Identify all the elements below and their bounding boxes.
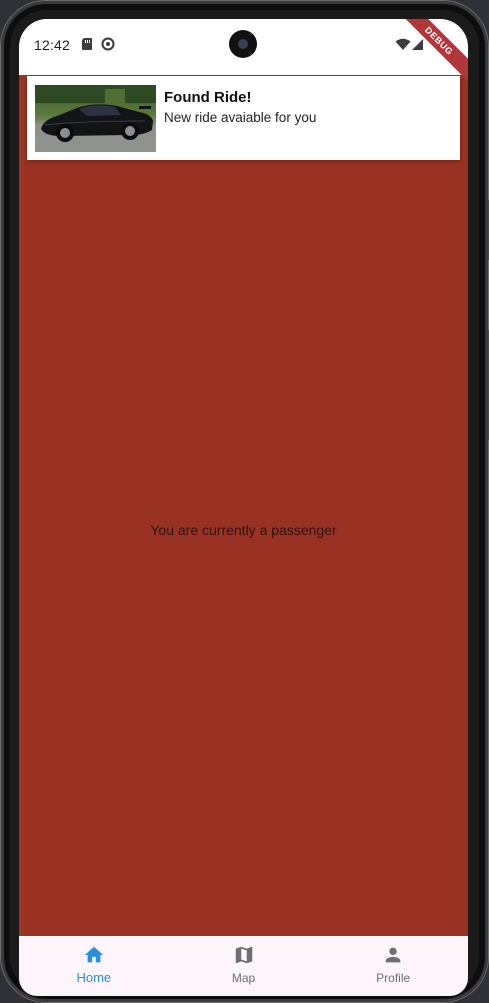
wifi-icon [395,38,411,52]
sync-icon [101,37,115,51]
nav-item-profile[interactable]: Profile [318,936,468,996]
status-time: 12:42 [34,37,71,53]
sd-card-icon [81,37,95,51]
car-thumbnail [35,85,156,152]
status-bar: 12:42 DEBUG [19,19,468,86]
ride-notification-card[interactable]: Found Ride! New ride avaiable for you [27,76,460,160]
notification-title: Found Ride! [164,89,252,106]
app-screen: 12:42 DEBUG Found Ride! New ride avaiabl… [19,19,468,996]
nav-item-map[interactable]: Map [169,936,319,996]
bottom-navigation-bar: Home Map Profile [19,936,468,996]
notification-body: New ride avaiable for you [164,110,317,125]
nav-label-map: Map [231,971,256,985]
front-camera [229,30,257,58]
nav-item-home[interactable]: Home [19,936,169,996]
home-icon [83,944,105,966]
map-icon [233,944,255,966]
nav-label-profile: Profile [376,971,411,985]
person-icon [382,944,404,966]
nav-label-home: Home [76,970,112,985]
cell-signal-icon [411,38,425,52]
passenger-status-text: You are currently a passenger [150,522,337,538]
